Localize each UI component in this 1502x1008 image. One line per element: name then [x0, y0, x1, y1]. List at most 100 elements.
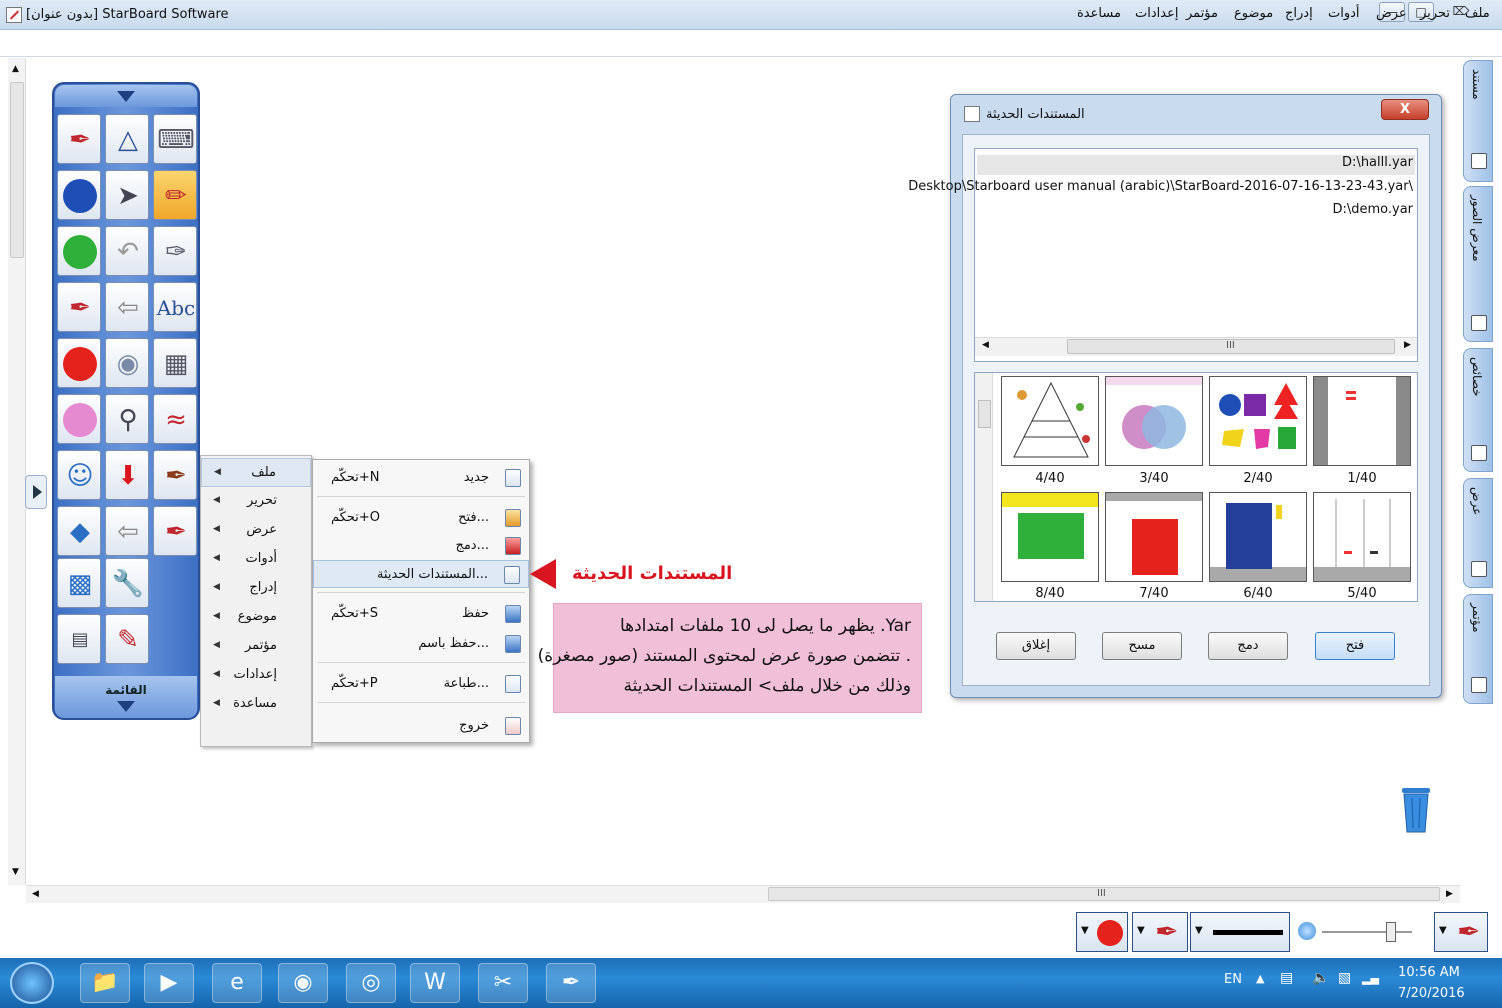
keyboard-tool-button[interactable]: ⌨ — [153, 114, 197, 164]
select-tool-button[interactable]: ➤ — [105, 170, 149, 220]
users-tool-button[interactable]: ☺ — [57, 450, 101, 500]
thumbnails-scroll-thumb[interactable] — [978, 400, 991, 428]
import-tool-button[interactable]: ⬇ — [105, 450, 149, 500]
recent-file-row[interactable]: D:\demo.yar — [1332, 202, 1413, 217]
layers-tool-button[interactable]: ▩ — [57, 558, 101, 608]
dialog-close-button[interactable]: X — [1381, 99, 1429, 120]
category-theme[interactable]: ◀ موضوع — [201, 603, 311, 632]
pen-color-selector[interactable]: ▼ — [1076, 912, 1128, 952]
start-button[interactable] — [10, 962, 54, 1004]
category-file[interactable]: ◀ ملف — [201, 458, 311, 487]
dialog-merge-button[interactable]: دمج — [1208, 632, 1288, 660]
page-thumbnail-4[interactable] — [1001, 376, 1099, 466]
file-explorer-icon[interactable]: 📁 — [80, 963, 130, 1003]
highlighter-tool-button[interactable]: ✏ — [153, 170, 197, 220]
marker-tool-button[interactable]: ✑ — [153, 226, 197, 276]
handwriting-tool-button[interactable]: ≈ — [153, 394, 197, 444]
page-thumbnail-8[interactable] — [1001, 492, 1099, 582]
toolbox-menu-button[interactable]: القائمة — [55, 676, 197, 718]
expand-toolbox-button[interactable] — [25, 475, 47, 509]
firefox-icon[interactable]: ◉ — [278, 963, 328, 1003]
zoom-select-tool-button[interactable]: ⚲ — [105, 394, 149, 444]
file-menu-recent-documents[interactable]: المستندات الحديثة... — [313, 560, 529, 588]
menu-theme[interactable]: موضوع — [1234, 6, 1273, 21]
menu-tools[interactable]: أدوات — [1328, 6, 1360, 21]
menu-insert[interactable]: إدراج — [1285, 6, 1313, 21]
menu-conference[interactable]: مؤتمر — [1186, 6, 1218, 21]
side-tab-view[interactable]: عرض — [1463, 478, 1493, 588]
category-tools[interactable]: ◀ أدوات — [201, 545, 311, 574]
side-tab-document[interactable]: مستند — [1463, 60, 1493, 182]
category-edit[interactable]: ◀ تحرير — [201, 487, 311, 516]
brush-tool-button[interactable]: ✒ — [153, 450, 197, 500]
side-tab-properties[interactable]: خصائص — [1463, 348, 1493, 472]
side-tab-gallery[interactable]: معرض الصور — [1463, 186, 1493, 342]
word-icon[interactable]: W — [410, 963, 460, 1003]
opacity-slider-track[interactable] — [1322, 931, 1412, 933]
opacity-slider-handle[interactable] — [1386, 922, 1396, 942]
toolbox-collapse-handle[interactable] — [55, 85, 197, 107]
signature-pen-tool-button[interactable]: ✒ — [153, 506, 197, 556]
category-view[interactable]: ◀ عرض — [201, 516, 311, 545]
internet-explorer-icon[interactable]: e — [212, 963, 262, 1003]
text-pen-tool-button[interactable]: ✒ — [57, 282, 101, 332]
settings-tool-button[interactable]: 🔧 — [105, 558, 149, 608]
page-thumbnail-6[interactable] — [1209, 492, 1307, 582]
shapes-tool-button[interactable]: △ — [105, 114, 149, 164]
chrome-icon[interactable]: ◎ — [346, 963, 396, 1003]
menu-help[interactable]: مساعدة — [1077, 6, 1121, 21]
scroll-right-arrow-icon[interactable]: ▶ — [1404, 340, 1411, 350]
dialog-open-button[interactable]: فتح — [1315, 632, 1395, 660]
text-box-tool-button[interactable]: ▤ — [57, 614, 101, 664]
pen-tool-button[interactable]: ✒ — [57, 114, 101, 164]
page-thumbnail-2[interactable] — [1209, 376, 1307, 466]
volume-icon[interactable]: 🔈 — [1312, 970, 1329, 986]
page-thumbnail-1[interactable] — [1313, 376, 1411, 466]
recent-file-row[interactable]: Desktop\Starboard user manual (arabic)\S… — [908, 179, 1413, 194]
page-thumbnail-3[interactable] — [1105, 376, 1203, 466]
recent-file-row[interactable]: D:\halll.yar — [977, 155, 1415, 175]
category-settings[interactable]: ◀ إعدادات — [201, 661, 311, 690]
line-width-selector[interactable]: ▼ — [1190, 912, 1290, 952]
signal-icon[interactable]: ▂▄ — [1362, 972, 1379, 985]
file-menu-new[interactable]: تحكّم+N جديد — [313, 464, 529, 492]
pen-type-selector[interactable]: ▼ ✒ — [1132, 912, 1188, 952]
file-menu-save-as[interactable]: حفظ باسم... — [313, 630, 529, 658]
green-color-button[interactable] — [57, 226, 101, 276]
category-insert[interactable]: ◀ إدراج — [201, 574, 311, 603]
blue-color-button[interactable] — [57, 170, 101, 220]
file-menu-merge[interactable]: دمج... — [313, 532, 529, 560]
previous-tool-button[interactable]: ⇦ — [105, 506, 149, 556]
file-menu-print[interactable]: تحكّم+P طباعة... — [313, 670, 529, 698]
side-tab-conference[interactable]: مؤتمر — [1463, 594, 1493, 704]
snipping-tool-icon[interactable]: ✂ — [478, 963, 528, 1003]
show-hidden-icons-icon[interactable]: ▲ — [1256, 972, 1264, 985]
vertical-scroll-thumb[interactable] — [10, 82, 24, 258]
category-help[interactable]: ◀ مساعدة — [201, 690, 311, 719]
file-menu-save[interactable]: تحكّم+S حفظ — [313, 600, 529, 628]
scroll-left-arrow-icon[interactable]: ◀ — [32, 889, 39, 899]
clock-time[interactable]: 10:56 AM — [1398, 965, 1460, 980]
scroll-right-arrow-icon[interactable]: ▶ — [1446, 889, 1453, 899]
recent-files-list[interactable]: D:\halll.yar Desktop\Starboard user manu… — [908, 148, 1418, 362]
menu-file[interactable]: ملف — [1465, 6, 1490, 21]
menu-view[interactable]: عرض — [1376, 6, 1407, 21]
dialog-close-action-button[interactable]: إغلاق — [996, 632, 1076, 660]
scroll-left-arrow-icon[interactable]: ◀ — [982, 340, 989, 350]
undo-tool-button[interactable]: ↶ — [105, 226, 149, 276]
starboard-taskbar-icon[interactable]: ✒ — [546, 963, 596, 1003]
fill-tool-button[interactable]: ◆ — [57, 506, 101, 556]
scroll-down-arrow-icon[interactable]: ▼ — [12, 867, 19, 877]
page-layout-tool-button[interactable]: ▦ — [153, 338, 197, 388]
file-menu-open[interactable]: تحكّم+O فتح... — [313, 504, 529, 532]
network-icon[interactable]: ▤ — [1280, 970, 1293, 986]
category-conference[interactable]: ◀ مؤتمر — [201, 632, 311, 661]
back-tool-button[interactable]: ⇦ — [105, 282, 149, 332]
media-player-icon[interactable]: ▶ — [144, 963, 194, 1003]
text-tool-button[interactable]: Abc — [153, 282, 197, 332]
pen-tool-selector[interactable]: ▼ ✒ — [1434, 912, 1488, 952]
battery-icon[interactable]: ▧ — [1338, 970, 1351, 986]
scroll-up-arrow-icon[interactable]: ▲ — [12, 64, 19, 74]
file-menu-exit[interactable]: خروج — [313, 712, 529, 740]
menu-edit[interactable]: تحرير — [1420, 6, 1450, 21]
